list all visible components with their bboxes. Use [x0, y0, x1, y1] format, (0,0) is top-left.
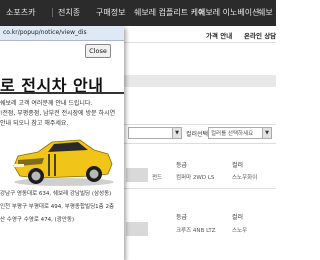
section-header-bar — [124, 75, 276, 87]
nav-item-innovation[interactable]: 쉐보레 이노베이션 — [198, 7, 259, 18]
nav-item-chevrolet[interactable]: 쉐보 — [258, 7, 273, 18]
table-cell-color: 스노우화이 — [232, 175, 258, 181]
car-thumbnail — [126, 168, 148, 182]
color-select-label: 컬러선택 — [186, 131, 209, 138]
sub-nav-price-guide[interactable]: 가격 안내 — [206, 30, 232, 40]
car-image — [13, 139, 114, 186]
popup-url: co.kr/popup/notice/view_dis — [3, 29, 87, 36]
showroom-address: 산 수영구 수영로 474, (광안동) — [0, 217, 75, 223]
popup-intro-line: 안내 되오니 참고 해주세요. — [0, 120, 69, 127]
table-cell-name: 펀드 — [152, 175, 163, 181]
nav-item-purchase-info[interactable]: 구매정보 — [96, 7, 125, 18]
popup-intro-line: !전점, 부평종점, 남부전 전시장에 방문 하시연 — [0, 110, 116, 117]
popup-intro-line: 쉐보레 고객 여러분께 안내 드립니다. — [0, 100, 93, 107]
title-underline — [0, 92, 124, 94]
showroom-address: 인천 부평구 부평대로 494, 부평종합빌딩1층 2층 — [0, 204, 115, 210]
table-cell-grade: 컴퍼마 2WD LS — [176, 175, 215, 181]
close-button[interactable]: Close — [85, 44, 111, 58]
chevron-down-icon: ▼ — [262, 128, 271, 138]
column-header-grade: 등급 — [176, 214, 188, 221]
showroom-address: 강남구 영동대로 634, 쉐보레 강남빌딩 (삼성동) — [0, 191, 112, 197]
table-cell-color: 스노우 — [232, 228, 248, 234]
table-cell-grade: 크루즈 4NB LTZ — [176, 228, 216, 234]
nav-item-complete-care[interactable]: 쉐보레 컴플리트 케어 — [134, 7, 205, 18]
column-header-color: 컬러 — [232, 162, 244, 169]
popup-address-bar: co.kr/popup/notice/view_dis — [0, 26, 124, 41]
popup-window: co.kr/popup/notice/view_dis Close 로 전시차 … — [0, 26, 124, 260]
table-row-divider — [124, 188, 276, 189]
model-select[interactable]: ▼ — [128, 127, 182, 139]
nav-divider — [52, 8, 53, 17]
top-navigation: 소포츠카 전치종 구매정보 쉐보레 컴플리트 케어 쉐보레 이노베이션 쉐보 — [0, 0, 276, 26]
nav-item-all-models[interactable]: 전치종 — [58, 7, 80, 18]
column-header-grade: 등급 — [176, 162, 188, 169]
sub-nav-online-consult[interactable]: 온라인 상담 — [244, 30, 276, 40]
color-select-placeholder: 컬러를 선택하세요 — [211, 131, 254, 137]
chevron-down-icon: ▼ — [172, 128, 181, 138]
color-select[interactable]: 컬러를 선택하세요 ▼ — [208, 127, 272, 139]
column-header-color: 컬러 — [232, 214, 244, 221]
nav-item-sportscar[interactable]: 소포츠카 — [6, 7, 35, 18]
car-thumbnail — [126, 222, 148, 236]
